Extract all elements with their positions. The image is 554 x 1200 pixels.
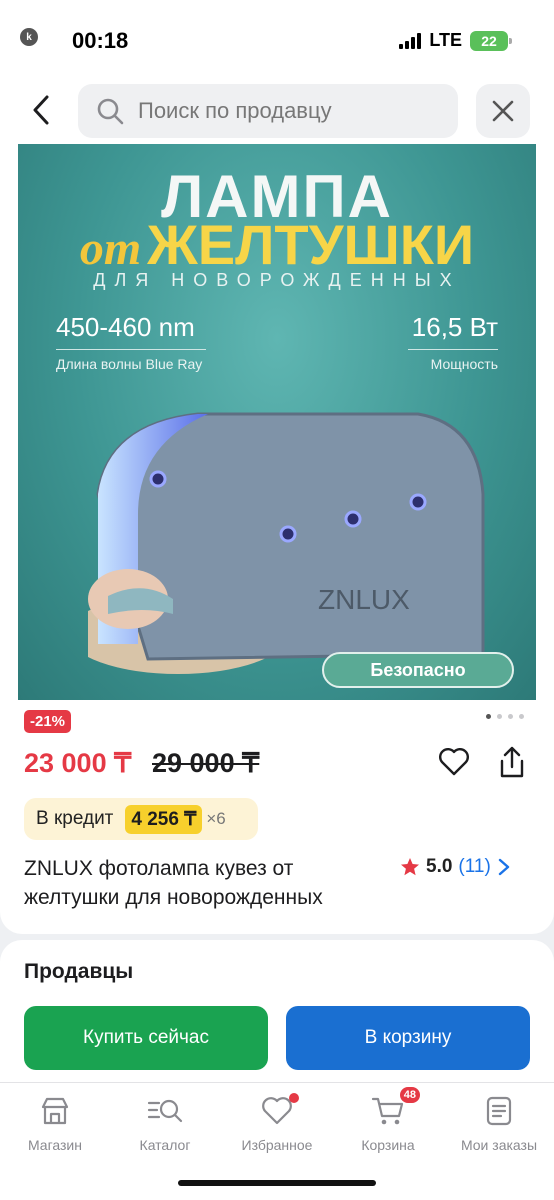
buy-now-button[interactable]: Купить сейчас — [24, 1006, 268, 1070]
signal-icon — [399, 32, 422, 49]
sellers-heading: Продавцы — [24, 960, 134, 983]
back-button[interactable] — [26, 90, 56, 130]
current-price: 23 000 ₸ — [24, 748, 132, 778]
spec-wavelength: 450-460 nm Длина волны Blue Ray — [56, 312, 206, 372]
favorite-button[interactable] — [436, 744, 472, 780]
banner-subtitle: ДЛЯ НОВОРОЖДЕННЫХ — [93, 270, 461, 290]
banner-title-line2: от ЖЕЛТУШКИ — [79, 213, 475, 276]
tab-orders[interactable]: Мои заказы — [444, 1093, 554, 1153]
search-input[interactable] — [138, 98, 438, 124]
tab-shop[interactable]: Магазин — [0, 1093, 110, 1153]
credit-amount: 4 256 ₸ — [125, 804, 203, 834]
sellers-section: Продавцы Купить сейчас В корзину — [0, 940, 554, 1090]
search-icon — [97, 98, 124, 125]
cart-icon — [371, 1097, 404, 1125]
clock: 00:18 — [72, 28, 129, 53]
search-header — [0, 80, 554, 142]
heart-icon — [439, 748, 469, 776]
kaspi-icon: k — [20, 28, 38, 46]
review-count: (11) — [458, 856, 491, 877]
carousel-indicator — [486, 714, 524, 719]
share-button[interactable] — [494, 742, 530, 782]
notification-dot — [289, 1093, 299, 1103]
chevron-left-icon — [33, 95, 49, 125]
product-image[interactable]: ЛАМПА от ЖЕЛТУШКИ ДЛЯ НОВОРОЖДЕННЫХ 450-4… — [18, 144, 536, 700]
close-button[interactable] — [476, 84, 530, 138]
product-title: ZNLUX фотолампа кувез от желтушки для но… — [24, 857, 323, 909]
credit-months: ×6 — [206, 809, 226, 828]
back-to-app-link[interactable]: k — [20, 28, 38, 46]
rating-link[interactable]: 5.0 (11) — [400, 856, 511, 878]
rating-value: 5.0 — [426, 856, 453, 877]
tab-cart[interactable]: 48 Корзина — [333, 1087, 443, 1153]
tab-favorites[interactable]: Избранное — [222, 1093, 332, 1153]
incubator-illustration: ZNLUX — [88, 412, 485, 674]
cart-count-badge: 48 — [399, 1087, 420, 1103]
chevron-right-icon — [498, 858, 510, 876]
product-card: ЛАМПА от ЖЕЛТУШКИ ДЛЯ НОВОРОЖДЕННЫХ 450-4… — [0, 142, 554, 934]
brand-logo: ZNLUX — [318, 584, 410, 615]
discount-badge: -21% — [24, 710, 72, 733]
credit-offer[interactable]: В кредит 4 256 ₸ ×6 — [24, 798, 258, 840]
catalog-search-icon — [147, 1099, 183, 1123]
shop-icon — [41, 1097, 69, 1125]
spec-power: 16,5 Вт Мощность — [408, 312, 498, 372]
orders-icon — [486, 1096, 512, 1126]
safety-badge: Безопасно — [322, 652, 514, 688]
tab-catalog[interactable]: Каталог — [110, 1093, 220, 1153]
battery-icon: 22 — [470, 30, 512, 51]
credit-label: В кредит — [36, 808, 114, 829]
heart-icon — [262, 1097, 292, 1125]
network-type: LTE — [429, 30, 462, 50]
old-price: 29 000 ₸ — [152, 748, 260, 778]
share-icon — [500, 746, 524, 778]
seller-search-box[interactable] — [78, 84, 458, 138]
close-icon — [492, 100, 514, 122]
home-indicator[interactable] — [178, 1180, 376, 1186]
status-bar: k 00:18 LTE 22 — [0, 0, 554, 80]
add-to-cart-button[interactable]: В корзину — [286, 1006, 530, 1070]
star-icon — [401, 858, 419, 876]
